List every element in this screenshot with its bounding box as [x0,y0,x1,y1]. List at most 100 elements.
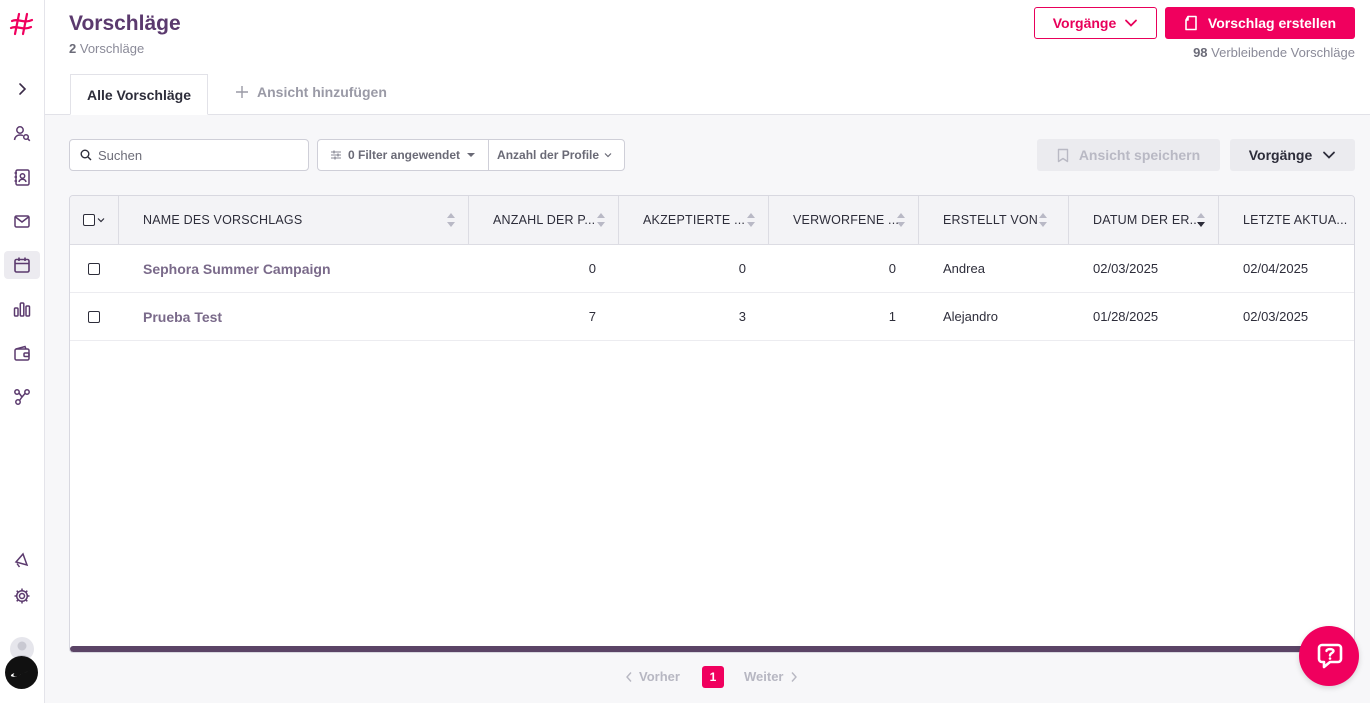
caret-down-icon [467,153,476,157]
user-search-icon[interactable] [4,119,40,147]
previous-page-button[interactable]: Vorher [625,669,680,684]
bar-chart-icon[interactable] [4,295,40,323]
vorgaenge-secondary-button[interactable]: Vorgänge [1230,139,1355,171]
sort-icon[interactable] [596,210,606,230]
next-label: Weiter [744,669,784,684]
profiles-label: Anzahl der Profile [497,148,600,162]
chevron-down-icon [1125,19,1138,27]
filter-dropdown[interactable]: 0 Filter angewendet [318,140,488,170]
accepted-count: 3 [738,309,746,324]
sort-icon[interactable] [1038,210,1048,230]
proposal-count: 2 Vorschläge [69,41,144,56]
proposal-count-label: Vorschläge [79,41,145,56]
profiles-count: 7 [588,309,596,324]
created-date: 01/28/2025 [1093,309,1159,324]
sidebar [0,0,45,703]
help-chat-button[interactable] [1299,626,1359,686]
plus-icon [236,86,248,98]
network-icon[interactable] [4,383,40,411]
select-all-column[interactable] [70,196,119,244]
row-checkbox[interactable] [88,310,100,323]
sort-icon[interactable] [746,210,756,230]
row-checkbox-cell [88,293,102,340]
column-header-accepted[interactable]: AKZEPTIERTE ... [619,196,769,244]
column-header-created-date[interactable]: DATUM DER ER... [1069,196,1219,244]
column-label: ERSTELLT VON [943,213,1039,227]
filter-label: 0 Filter angewendet [348,148,461,162]
add-view-label: Ansicht hinzufügen [257,84,387,100]
column-label: VERWORFENE ... [793,213,900,227]
rejected-count: 0 [888,261,896,276]
proposals-table: NAME DES VORSCHLAGS ANZAHL DER P... AKZE… [69,195,1355,653]
page-title: Vorschläge [69,12,181,35]
row-checkbox[interactable] [88,262,100,275]
sort-icon[interactable] [446,210,456,230]
save-view-label: Ansicht speichern [1078,147,1201,163]
vorgaenge-dropdown-button[interactable]: Vorgänge [1034,7,1157,39]
tab-all-proposals[interactable]: Alle Vorschläge [70,74,208,115]
profiles-count: 0 [588,261,596,276]
proposal-name-link[interactable]: Prueba Test [143,293,463,340]
create-proposal-button[interactable]: Vorschlag erstellen [1165,7,1355,39]
column-header-profiles[interactable]: ANZAHL DER P... [469,196,619,244]
logo-hash-icon[interactable] [8,10,36,38]
proposal-count-value: 2 [69,41,77,56]
vorgaenge-secondary-label: Vorgänge [1248,147,1313,163]
next-page-button[interactable]: Weiter [744,669,798,684]
calendar-icon[interactable] [4,251,40,279]
profiles-count-dropdown[interactable]: Anzahl der Profile [489,140,621,170]
updated-date: 02/03/2025 [1243,309,1309,324]
chevron-down-icon [1323,151,1336,159]
created-by: Alejandro [943,309,998,324]
column-header-updated-date[interactable]: LETZTE AKTUA... [1219,196,1354,244]
chat-help-icon [1317,643,1343,669]
column-header-rejected[interactable]: VERWORFENE ... [769,196,919,244]
document-icon [1185,15,1197,31]
search-icon [80,149,92,161]
wallet-icon[interactable] [4,339,40,367]
sort-descending-icon[interactable] [1196,210,1206,230]
chevron-down-icon [97,218,105,223]
megaphone-icon[interactable] [4,546,40,574]
accepted-count: 0 [738,261,746,276]
app-root: Vorschläge 2 Vorschläge Vorgänge Vorschl… [0,0,1370,703]
horizontal-scrollbar[interactable] [70,646,1354,652]
remaining-label: Verbleibende Vorschläge [1211,45,1355,60]
created-by: Andrea [943,261,985,276]
column-label: DATUM DER ER... [1093,213,1201,227]
contacts-icon[interactable] [4,163,40,191]
save-view-button[interactable]: Ansicht speichern [1037,139,1220,171]
table-row[interactable]: Sephora Summer Campaign 0 0 0 Andrea 02/… [70,245,1354,293]
table-header: NAME DES VORSCHLAGS ANZAHL DER P... AKZE… [70,196,1354,245]
column-header-name[interactable]: NAME DES VORSCHLAGS [119,196,469,244]
select-all-checkbox[interactable] [83,214,95,226]
column-label: ANZAHL DER P... [493,213,596,227]
pagination: Vorher 1 Weiter [0,666,1370,690]
vorgaenge-label: Vorgänge [1052,15,1117,31]
search-input[interactable] [98,147,298,163]
rejected-count: 1 [888,309,896,324]
filter-group: 0 Filter angewendet Anzahl der Profile [317,139,625,171]
remaining-proposals: 98 Verbleibende Vorschläge [1193,45,1355,60]
page-number-current[interactable]: 1 [702,666,724,688]
remaining-value: 98 [1193,45,1208,60]
mail-icon[interactable] [4,207,40,235]
sort-icon[interactable] [896,210,906,230]
expand-chevron-icon[interactable] [4,75,40,103]
column-header-created-by[interactable]: ERSTELLT VON [919,196,1069,244]
column-label: NAME DES VORSCHLAGS [143,213,303,227]
chevron-right-icon [790,671,797,682]
previous-label: Vorher [639,669,680,684]
add-view-tab[interactable]: Ansicht hinzufügen [235,84,387,100]
chevron-left-icon [626,671,632,682]
created-date: 02/03/2025 [1093,261,1159,276]
search-box [69,139,309,171]
updated-date: 02/04/2025 [1243,261,1309,276]
settings-gear-icon[interactable] [4,582,40,610]
column-label: LETZTE AKTUA... [1243,213,1348,227]
proposal-name-link[interactable]: Sephora Summer Campaign [143,245,463,292]
bookmark-icon [1057,148,1069,162]
column-label: AKZEPTIERTE ... [643,213,746,227]
table-row[interactable]: Prueba Test 7 3 1 Alejandro 01/28/2025 0… [70,293,1354,341]
chevron-down-icon [604,153,612,158]
